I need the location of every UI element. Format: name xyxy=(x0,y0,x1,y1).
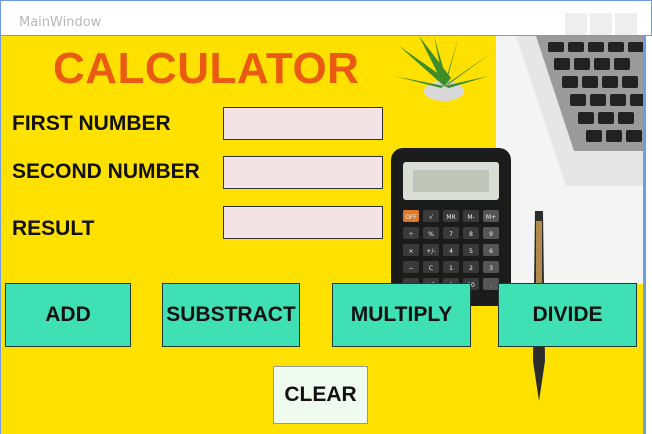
calculator-key-label: 6 xyxy=(489,248,493,255)
multiply-button[interactable]: MULTIPLY xyxy=(332,283,471,347)
calculator-key-label: 4 xyxy=(449,248,453,255)
result-field[interactable] xyxy=(223,206,383,239)
result-label: RESULT xyxy=(12,217,95,240)
clear-button[interactable]: CLEAR xyxy=(273,366,368,424)
first-number-input[interactable] xyxy=(223,107,383,140)
calculator-key-label: 1 xyxy=(449,265,453,272)
calculator-key-label: 9 xyxy=(489,231,493,238)
second-number-label: SECOND NUMBER xyxy=(12,160,200,183)
calculator-key-label: 7 xyxy=(449,231,453,238)
calculator-key-label: 5 xyxy=(469,248,473,255)
subtract-button[interactable]: SUBSTRACT xyxy=(162,283,300,347)
calculator-key-label: % xyxy=(428,231,434,238)
calculator-key-label: MR xyxy=(446,214,455,221)
laptop-background-image xyxy=(496,36,643,284)
calculator-key-label: 2 xyxy=(469,265,473,272)
minimize-button[interactable] xyxy=(565,13,587,35)
calculator-key-label: − xyxy=(408,265,413,272)
plant-image xyxy=(394,36,494,101)
calculator-key-label: C xyxy=(429,265,433,272)
maximize-button[interactable] xyxy=(590,13,612,35)
calculator-key-label: ÷ xyxy=(408,231,413,238)
calculator-key-label: M+ xyxy=(486,214,496,221)
window-title: MainWindow xyxy=(19,15,102,30)
main-window: MainWindow OFF √ MR M- M+ ÷ % 7 8 9 × +/… xyxy=(0,0,652,434)
calculator-key-label: OFF xyxy=(405,214,417,221)
first-number-label: FIRST NUMBER xyxy=(12,112,171,135)
calculator-key-label: 8 xyxy=(469,231,473,238)
calculator-key-label: 3 xyxy=(489,265,493,272)
title-bar: MainWindow xyxy=(0,0,652,36)
divide-button[interactable]: DIVIDE xyxy=(498,283,637,347)
calculator-key-label: +/- xyxy=(426,248,435,255)
calculator-key-label: √ xyxy=(429,214,433,221)
second-number-input[interactable] xyxy=(223,156,383,189)
page-title: CALCULATOR xyxy=(53,44,360,93)
close-button[interactable] xyxy=(615,13,637,35)
calculator-key-label: . xyxy=(490,282,492,289)
calculator-key-label: × xyxy=(408,248,413,255)
add-button[interactable]: ADD xyxy=(5,283,131,347)
calculator-key-label: M- xyxy=(467,214,474,221)
calculator-panel: OFF√MRM-M+÷%789×+/-456−C123+AC000. CALCU… xyxy=(0,36,646,434)
